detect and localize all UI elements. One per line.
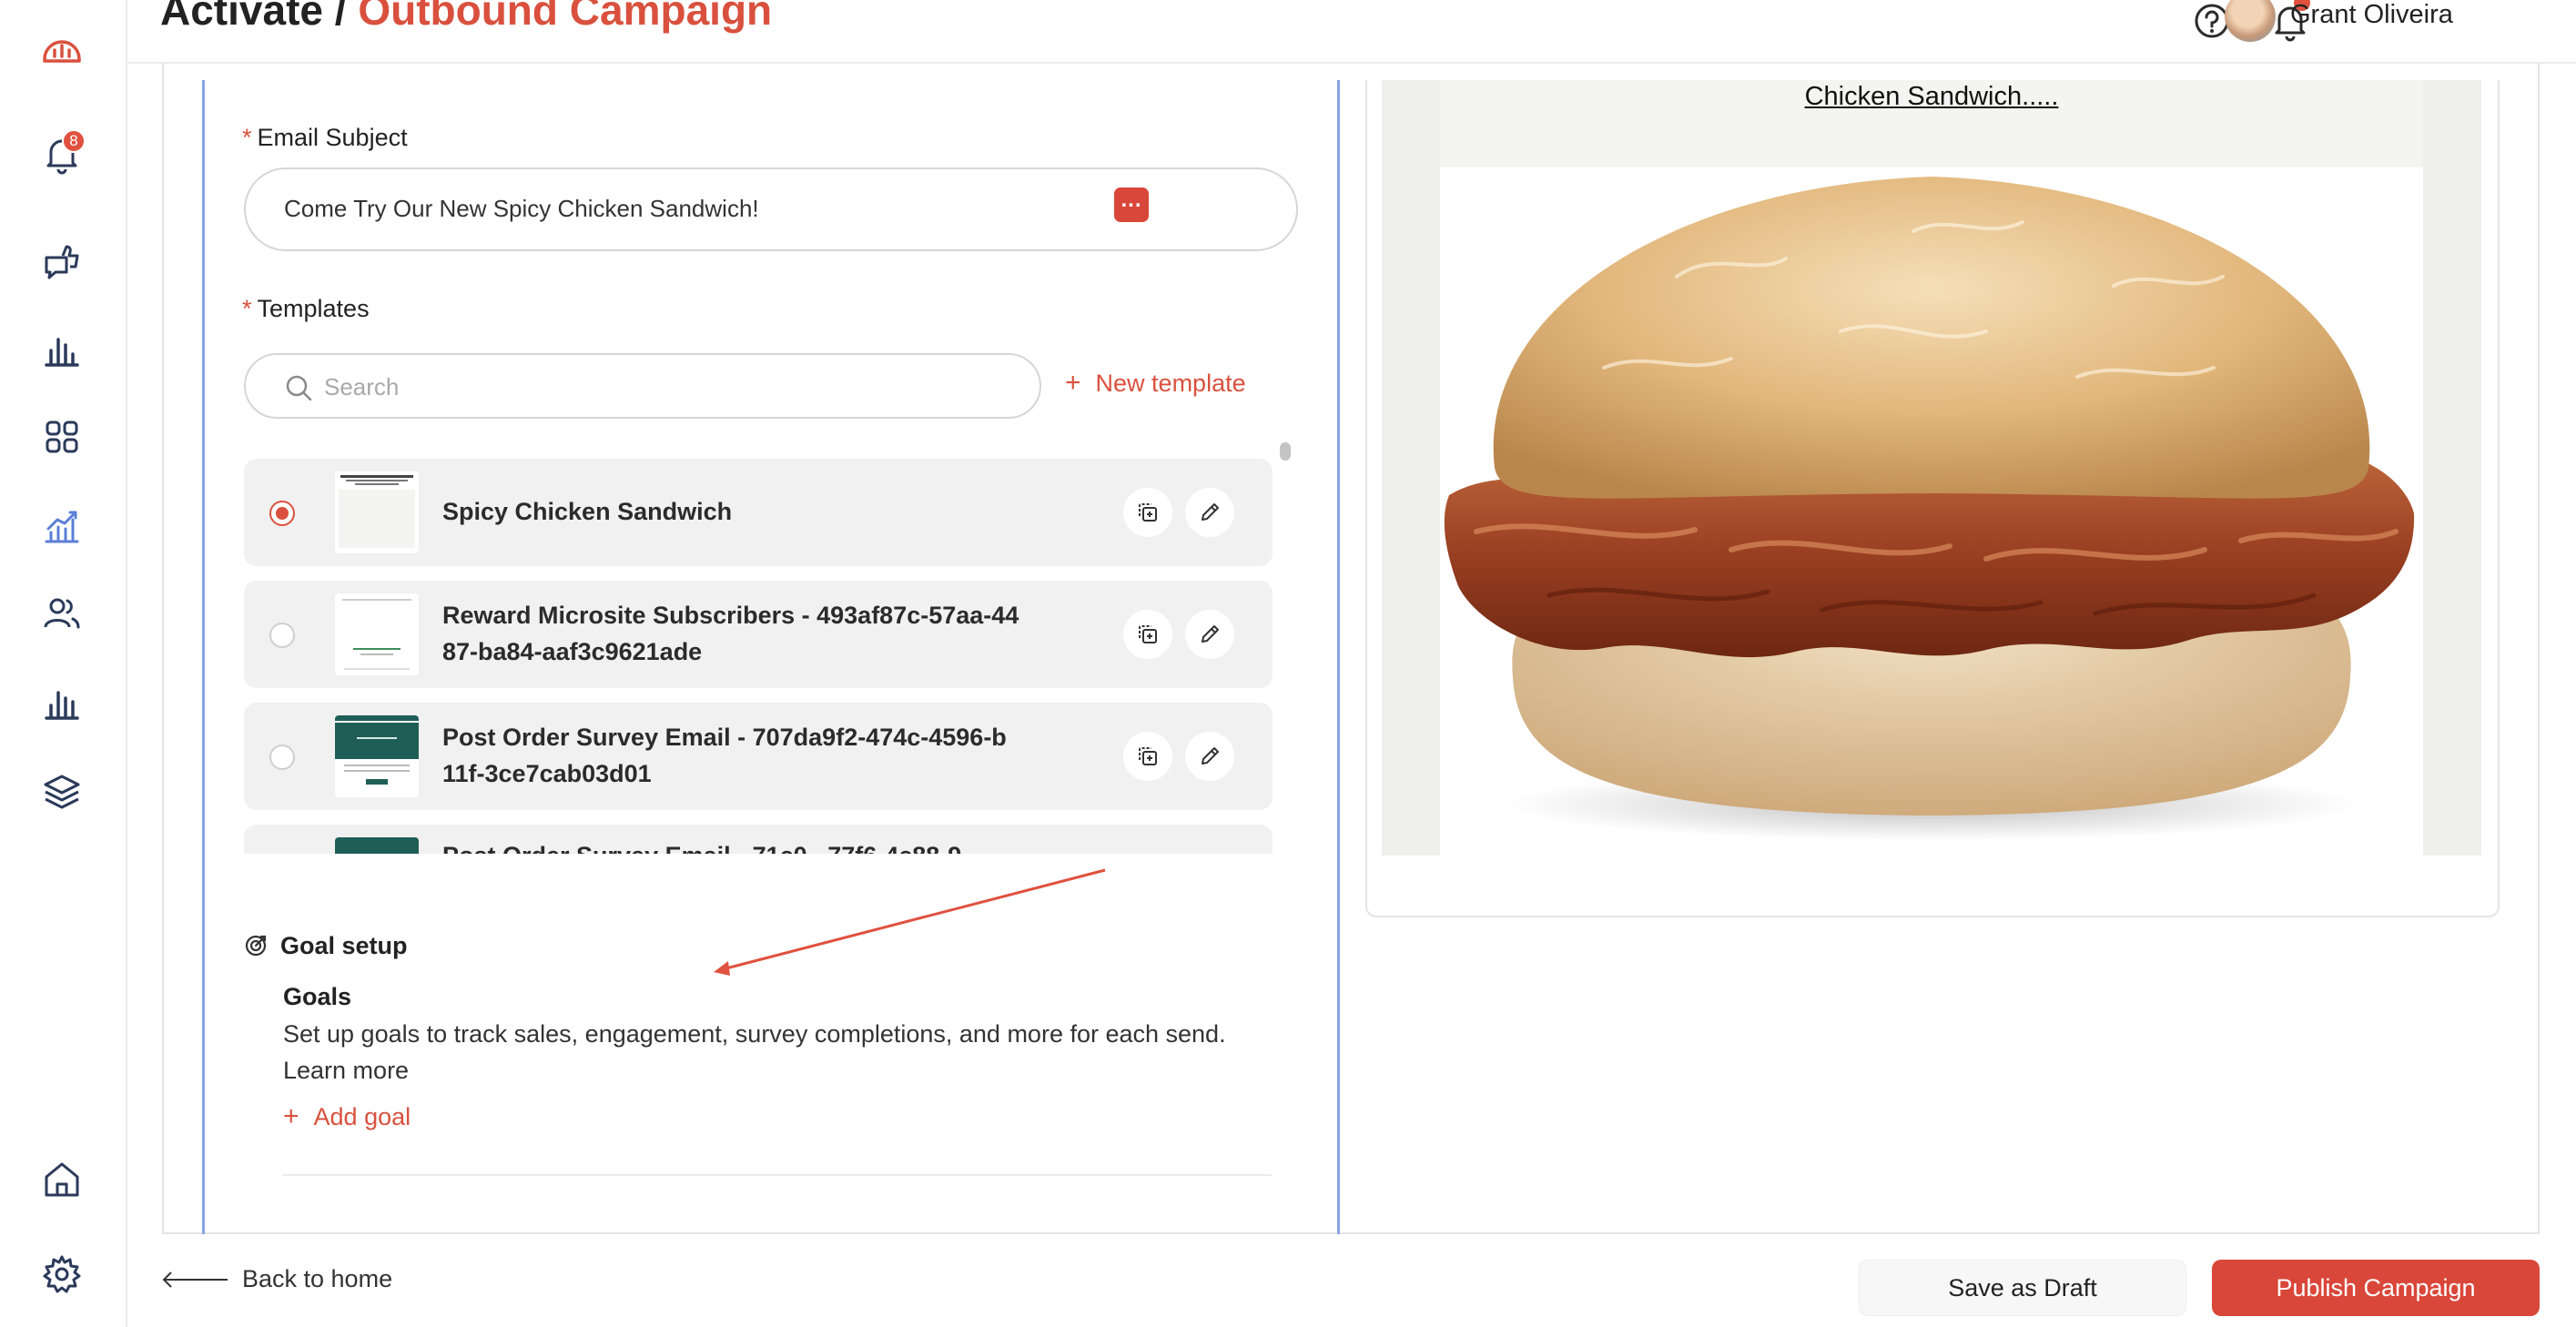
template-radio[interactable] <box>269 623 295 648</box>
template-row[interactable]: Spicy Chicken Sandwich <box>244 459 1273 566</box>
template-row[interactable]: Reward Microsite Subscribers - 493af87c-… <box>244 581 1273 688</box>
settings-gear-icon[interactable] <box>33 1245 91 1303</box>
top-header: Activate / Outbound Campaign Grant Olive… <box>127 0 2576 64</box>
template-row[interactable]: Post Order Survey Email - 71c0...77f6-4c… <box>244 825 1273 854</box>
sandwich-hero-image <box>1444 177 2415 841</box>
template-row[interactable]: Post Order Survey Email - 707da9f2-474c-… <box>244 703 1273 810</box>
edit-template-button[interactable] <box>1185 610 1234 659</box>
email-subject-value: Come Try Our New Spicy Chicken Sandwich! <box>284 195 759 222</box>
edit-template-button[interactable] <box>1185 488 1234 537</box>
save-as-draft-button[interactable]: Save as Draft <box>1859 1260 2186 1316</box>
back-to-home-link[interactable]: Back to home <box>160 1265 392 1293</box>
template-name: Spicy Chicken Sandwich <box>442 498 733 525</box>
breadcrumb-root[interactable]: Activate / <box>160 0 347 34</box>
publish-campaign-button[interactable]: Publish Campaign <box>2212 1260 2540 1316</box>
section-divider <box>283 1174 1272 1176</box>
goals-label: Goals <box>283 983 352 1010</box>
email-subject-input[interactable]: Come Try Our New Spicy Chicken Sandwich!… <box>244 167 1298 251</box>
duplicate-template-button[interactable] <box>1123 488 1172 537</box>
template-name: Post Order Survey Email - 71c0...77f6-4c… <box>442 837 982 854</box>
search-icon <box>286 375 312 401</box>
template-radio[interactable] <box>269 745 295 770</box>
learn-more-link[interactable]: Learn more <box>283 1052 409 1089</box>
template-name: Post Order Survey Email - 707da9f2-474c-… <box>442 724 1007 787</box>
template-radio[interactable] <box>269 501 295 526</box>
plus-icon: + <box>1065 368 1081 398</box>
search-placeholder: Search <box>324 373 400 400</box>
apps-grid-icon[interactable] <box>33 408 91 466</box>
footer-bar: Back to home Save as Draft Publish Campa… <box>127 1234 2576 1327</box>
goal-setup-heading: Goal setup <box>244 932 408 960</box>
user-name[interactable]: Grant Oliveira <box>2290 0 2453 30</box>
users-icon[interactable] <box>33 584 91 643</box>
target-icon <box>245 935 267 957</box>
brand-logo-icon[interactable] <box>33 24 91 82</box>
templates-label: * Templates <box>242 295 370 322</box>
pencil-icon <box>1202 747 1219 765</box>
arrow-left-icon <box>162 1271 228 1288</box>
template-thumbnail <box>335 593 419 675</box>
duplicate-template-button[interactable] <box>1123 610 1172 659</box>
template-list: Spicy Chicken Sandwich Reward Microsite … <box>244 448 1296 854</box>
email-subject-label: * Email Subject <box>242 124 408 151</box>
preview-headline-link[interactable]: Chicken Sandwich..... <box>1440 82 2423 112</box>
layers-icon[interactable] <box>33 763 91 821</box>
duplicate-template-button[interactable] <box>1123 732 1172 781</box>
growth-chart-icon[interactable] <box>33 497 91 555</box>
add-goal-button[interactable]: + Add goal <box>283 1101 411 1132</box>
feedback-thumbs-icon[interactable] <box>33 233 91 291</box>
template-thumbnail <box>335 715 419 797</box>
duplicate-icon <box>1139 747 1157 765</box>
new-template-button[interactable]: + New template <box>1065 368 1246 399</box>
notification-count-badge: 8 <box>62 129 86 153</box>
template-list-scrollbar[interactable] <box>1278 441 1293 854</box>
home-icon[interactable] <box>33 1150 91 1209</box>
goals-description: Set up goals to track sales, engagement,… <box>283 1020 1226 1048</box>
duplicate-icon <box>1139 503 1157 522</box>
duplicate-icon <box>1139 625 1157 643</box>
app-root: 8 Activate / Outbound Campaign Grant Oli… <box>0 0 2576 1327</box>
plus-icon: + <box>283 1101 299 1131</box>
template-name: Reward Microsite Subscribers - 493af87c-… <box>442 602 1019 665</box>
personalization-token-button[interactable]: ... <box>1114 187 1149 222</box>
sidebar: 8 <box>0 0 127 1327</box>
pencil-icon <box>1202 503 1219 521</box>
template-thumbnail <box>335 837 419 854</box>
analytics-icon[interactable] <box>33 674 91 732</box>
template-search-input[interactable]: Search <box>244 353 1041 419</box>
breadcrumb-current: Outbound Campaign <box>358 0 773 34</box>
bar-chart-icon[interactable] <box>33 320 91 379</box>
pencil-icon <box>1202 625 1219 643</box>
template-thumbnail <box>335 471 419 553</box>
notifications-bell-icon[interactable]: 8 <box>33 126 91 184</box>
email-preview-body: Chicken Sandwich..... <box>1440 80 2423 856</box>
page-title: Activate / Outbound Campaign <box>160 0 772 35</box>
edit-template-button[interactable] <box>1185 732 1234 781</box>
